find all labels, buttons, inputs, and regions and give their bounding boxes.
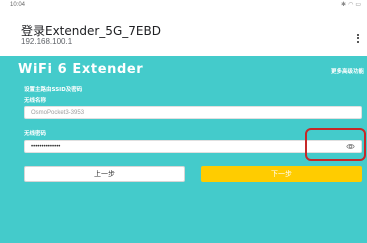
wifi-icon: ◠ xyxy=(348,1,354,8)
ip-address: 192.168.100.1 xyxy=(21,37,73,46)
ssid-input[interactable]: OsmoPocket3-3953 xyxy=(24,106,362,119)
app-header: 登录Extender_5G_7EBD 192.168.100.1 xyxy=(0,12,367,48)
status-bar: 10:04 ✱ ◠ ▭ xyxy=(0,0,367,12)
highlight-box xyxy=(305,128,366,161)
advanced-settings-link[interactable]: 更多高级功能 xyxy=(331,67,364,75)
password-label: 无线密码 xyxy=(24,131,47,137)
ssid-label: 无线名称 xyxy=(24,98,47,104)
status-time: 10:04 xyxy=(10,2,26,8)
previous-step-button[interactable]: 上一步 xyxy=(24,166,185,182)
bluetooth-icon: ✱ xyxy=(341,1,347,8)
more-vert-icon[interactable] xyxy=(354,30,362,46)
brand-title: WiFi 6 Extender xyxy=(18,62,144,77)
screen: 10:04 ✱ ◠ ▭ 登录Extender_5G_7EBD 192.168.1… xyxy=(0,0,367,243)
battery-icon: ▭ xyxy=(355,1,361,8)
section-heading: 设置主路由SSID及密码 xyxy=(24,87,83,93)
status-icons: ✱ ◠ ▭ xyxy=(341,1,361,8)
next-step-button[interactable]: 下一步 xyxy=(201,166,362,182)
